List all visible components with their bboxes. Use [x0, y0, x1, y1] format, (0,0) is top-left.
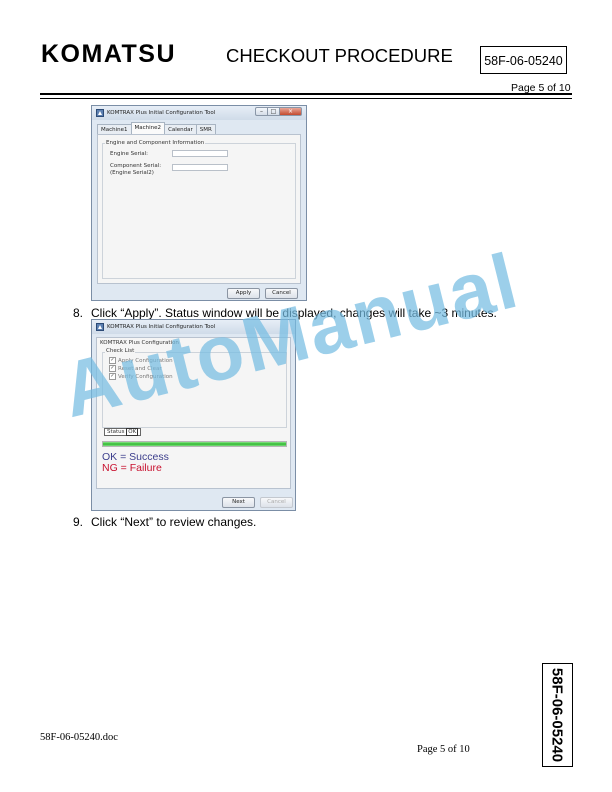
maximize-button[interactable]: □	[268, 107, 280, 116]
next-button[interactable]: Next	[222, 497, 255, 508]
cancel-button[interactable]: Cancel	[260, 497, 293, 508]
komatsu-logo: KOMATSU	[41, 40, 177, 68]
side-doc-number: 58F-06-05240	[548, 667, 566, 763]
step-9-number: 9.	[73, 515, 84, 529]
header-rule-thin	[40, 98, 572, 99]
component-serial-input[interactable]	[172, 164, 228, 171]
app-icon	[96, 323, 104, 331]
window-titlebar[interactable]: KOMTRAX Plus Initial Configuration Tool …	[92, 106, 306, 120]
footer-page-number: Page 5 of 10	[417, 744, 470, 755]
legend-ng: NG = Failure	[102, 462, 162, 474]
step-8-number: 8.	[73, 306, 84, 320]
engine-serial-input[interactable]	[172, 150, 228, 157]
doc-number-box: 58F-06-05240	[480, 46, 567, 74]
status-label-box: Status OK	[104, 428, 142, 436]
footer-filename: 58F-06-05240.doc	[40, 732, 118, 743]
component-serial-sublabel: (Engine Serial2)	[110, 170, 154, 176]
engine-serial-label: Engine Serial:	[110, 151, 149, 157]
group-title: Engine and Component Information	[105, 140, 206, 146]
status-label: Status	[107, 429, 125, 435]
header-rule	[40, 93, 572, 95]
close-button[interactable]: ×	[280, 107, 302, 116]
app-icon	[96, 109, 104, 117]
progress-track	[102, 441, 287, 447]
step-9: 9. Click “Next” to review changes.	[73, 515, 256, 529]
window-title: KOMTRAX Plus Initial Configuration Tool	[107, 110, 216, 116]
document-title: CHECKOUT PROCEDURE	[226, 45, 453, 66]
status-value: OK	[126, 428, 139, 436]
config-tool-window-machine2: KOMTRAX Plus Initial Configuration Tool …	[91, 105, 307, 301]
progress-fill	[103, 442, 286, 446]
step-9-text: Click “Next” to review changes.	[91, 515, 257, 529]
minimize-button[interactable]: –	[255, 107, 268, 116]
tab-panel: Engine and Component Information Engine …	[97, 134, 301, 284]
component-serial-label: Component Serial:	[110, 163, 162, 169]
